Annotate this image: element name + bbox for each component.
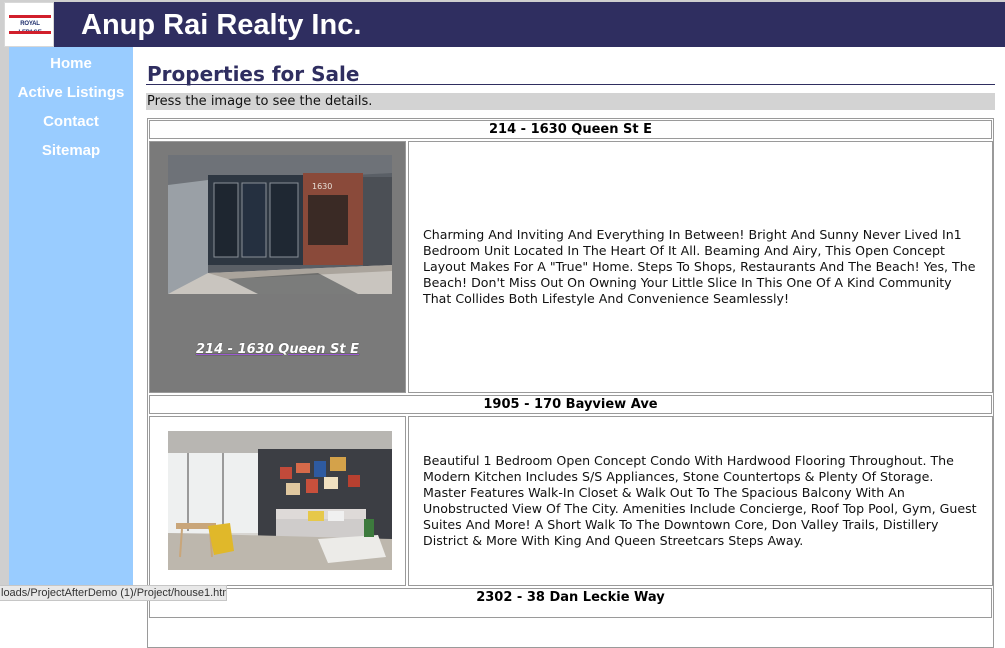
nav-contact-link[interactable]: Contact	[9, 107, 133, 136]
site-title: Anup Rai Realty Inc.	[81, 9, 362, 41]
title-divider	[146, 84, 995, 85]
listing-title: 214 - 1630 Queen St E	[149, 120, 992, 139]
listing-title: 1905 - 170 Bayview Ave	[149, 395, 992, 414]
nav-sitemap-link[interactable]: Sitemap	[9, 136, 133, 165]
royal-lepage-logo[interactable]: ROYAL LEPAGE	[4, 2, 54, 47]
living-room-image[interactable]	[168, 431, 392, 570]
instruction-text: Press the image to see the details.	[146, 93, 995, 110]
listing-image-caption[interactable]: 214 - 1630 Queen St E	[150, 342, 405, 357]
condo-lobby-image[interactable]: 1630	[168, 155, 392, 294]
listing-image-cell[interactable]	[149, 416, 406, 586]
listing-image-cell[interactable]: 1630 214 - 1630 Queen St E	[149, 141, 406, 393]
sidebar-nav: Home Active Listings Contact Sitemap	[9, 49, 133, 165]
logo-stripe-bottom	[9, 31, 51, 34]
status-bar-url: loads/ProjectAfterDemo (1)/Project/house…	[0, 585, 227, 601]
listing-description: Beautiful 1 Bedroom Open Concept Condo W…	[423, 453, 977, 548]
listing-title: 2302 - 38 Dan Leckie Way	[149, 588, 992, 618]
listing-description: Charming And Inviting And Everything In …	[423, 227, 976, 306]
nav-home-link[interactable]: Home	[9, 49, 133, 78]
sidebar: Home Active Listings Contact Sitemap	[9, 47, 133, 601]
nav-active-listings-link[interactable]: Active Listings	[9, 78, 133, 107]
left-edge-strip	[0, 47, 9, 601]
logo-stripe-top	[9, 15, 51, 18]
condo-lobby-photo[interactable]: 1630	[168, 155, 392, 294]
svg-text:1630: 1630	[312, 182, 332, 191]
listing-description-cell: Beautiful 1 Bedroom Open Concept Condo W…	[408, 416, 993, 586]
living-room-photo[interactable]	[168, 431, 392, 570]
logo-text: ROYAL LEPAGE	[18, 21, 41, 36]
site-header: Anup Rai Realty Inc.	[54, 2, 1005, 47]
listing-description-cell: Charming And Inviting And Everything In …	[408, 141, 993, 393]
listings-table: 214 - 1630 Queen St E 1630 214 - 1630 Qu…	[147, 118, 994, 648]
